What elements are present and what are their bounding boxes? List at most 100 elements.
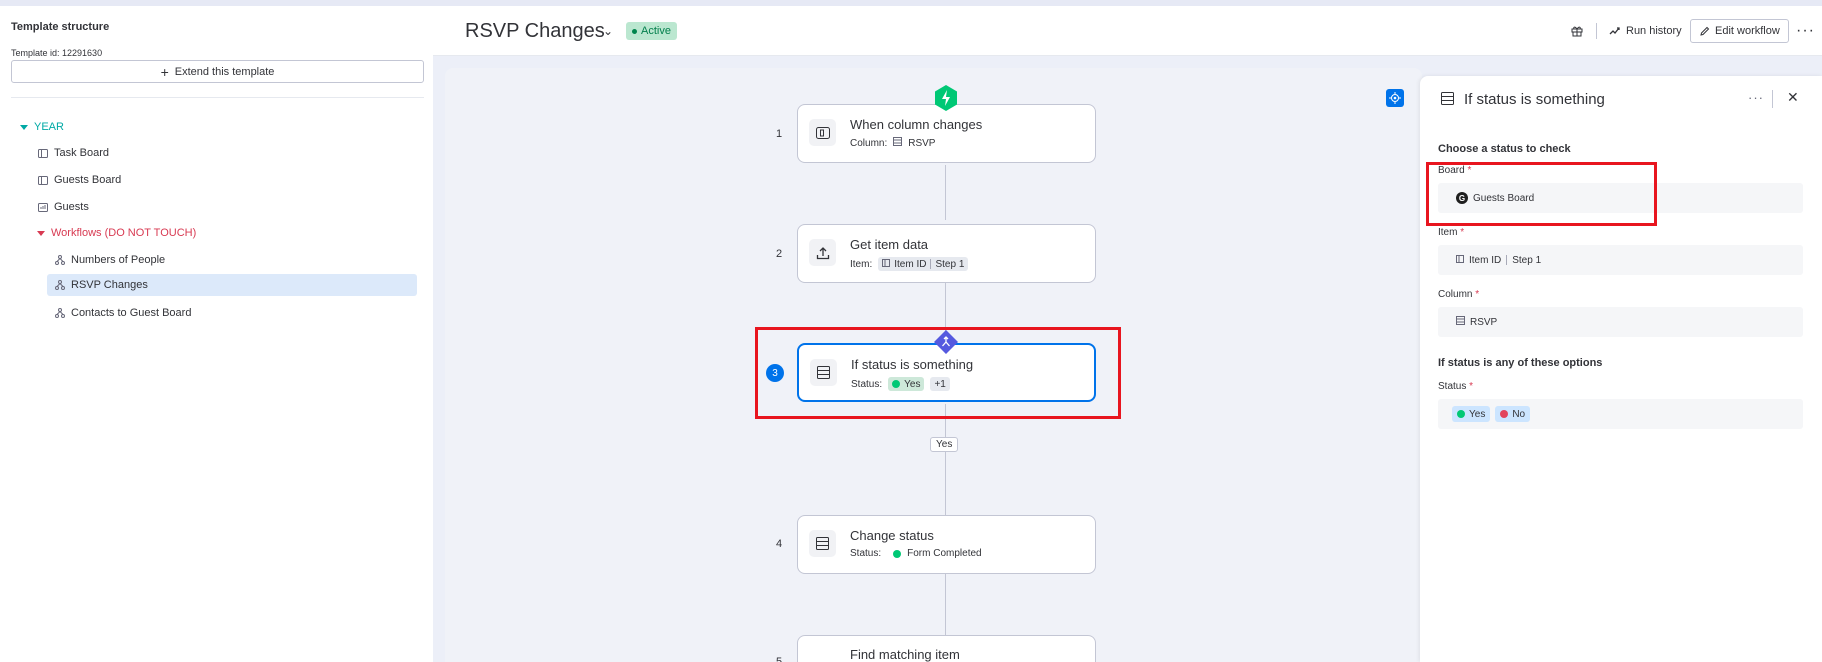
tree-item-label: Guests — [54, 201, 89, 213]
status-label: Active — [641, 25, 671, 37]
status-dot — [1457, 410, 1465, 418]
tree-item-label: Task Board — [54, 147, 110, 159]
plus-icon: + — [160, 63, 169, 80]
trend-icon — [1609, 27, 1620, 35]
board-icon — [37, 148, 48, 159]
tree-item-numbers-of-people[interactable]: Numbers of People — [54, 249, 165, 271]
status-option-label: Yes — [1469, 408, 1486, 420]
step-get-item-data[interactable]: Get item data Item: Item ID Step 1 — [797, 224, 1096, 283]
caret-down-icon — [20, 124, 28, 130]
item-value: Item ID — [1469, 254, 1502, 266]
chevron-down-icon[interactable]: ⌄ — [603, 24, 613, 38]
step-subtitle: Column: RSVP — [850, 137, 935, 149]
tree-item-label: YEAR — [34, 121, 64, 133]
dashboard-icon — [37, 202, 48, 213]
column-icon — [809, 119, 836, 146]
branch-label: Yes — [930, 437, 959, 452]
tree-group-workflows[interactable]: Workflows (DO NOT TOUCH) — [37, 222, 196, 244]
workflow-icon — [54, 308, 65, 319]
gift-icon[interactable] — [1563, 19, 1591, 43]
close-icon[interactable]: ✕ — [1787, 89, 1799, 106]
step-find-matching-item[interactable]: Find matching item — [797, 635, 1096, 662]
board-icon — [37, 175, 48, 186]
list-icon — [809, 530, 836, 557]
status-badge: Active — [626, 22, 677, 40]
tree-item-label: RSVP Changes — [71, 279, 148, 291]
recenter-icon[interactable] — [1386, 89, 1404, 107]
chip-divider — [1506, 255, 1508, 265]
run-history-label: Run history — [1626, 25, 1682, 37]
step-change-status[interactable]: Change status Status: Form Completed — [797, 515, 1096, 574]
status-dot — [1500, 410, 1509, 418]
template-structure-panel: Template structure Template id: 12291630… — [0, 6, 433, 662]
tree-item-label: Contacts to Guest Board — [71, 307, 192, 319]
tree-item-label: Numbers of People — [71, 254, 166, 266]
panel-title: If status is something — [1464, 91, 1605, 108]
step-sub-label: Status: — [850, 548, 882, 559]
extend-template-button[interactable]: + Extend this template — [11, 60, 424, 83]
list-icon — [1456, 316, 1465, 328]
workflow-icon — [54, 280, 65, 291]
status-option-label: No — [1512, 408, 1526, 420]
divider — [1596, 23, 1597, 39]
edit-workflow-label: Edit workflow — [1715, 25, 1780, 37]
step-title: Find matching item — [850, 647, 960, 662]
step-number: 4 — [776, 538, 783, 550]
status-option-no[interactable]: No — [1495, 406, 1531, 422]
more-options-icon[interactable]: ··· — [1748, 90, 1764, 105]
workflow-title[interactable]: RSVP Changes — [465, 20, 605, 43]
status-option-yes[interactable]: Yes — [1452, 406, 1491, 422]
connector-line — [945, 573, 946, 635]
list-icon — [1441, 92, 1454, 108]
item-id-icon — [882, 258, 891, 270]
item-step: Step 1 — [1512, 254, 1542, 266]
tree-item-rsvp-changes[interactable]: RSVP Changes — [47, 274, 417, 296]
tree-item-guests[interactable]: Guests — [37, 196, 89, 218]
step-title: Change status — [850, 528, 934, 543]
item-id-icon — [1456, 254, 1464, 266]
caret-down-icon — [37, 230, 45, 236]
tree-item-label: Guests Board — [54, 174, 122, 186]
highlight-box — [755, 327, 1121, 419]
tree-group-year[interactable]: YEAR — [20, 116, 64, 138]
more-options-icon[interactable]: ··· — [1788, 19, 1822, 43]
step-subtitle: Status: Form Completed — [850, 548, 982, 559]
pencil-icon — [1700, 26, 1710, 36]
step-subtitle: Item: Item ID Step 1 — [850, 257, 969, 271]
chip-value: Item ID — [894, 258, 927, 270]
tree-item-contacts-to-guest-board[interactable]: Contacts to Guest Board — [54, 302, 191, 324]
status-field-label: Status * — [1438, 381, 1474, 392]
step-sub-label: Column: — [850, 137, 888, 149]
step-number: 5 — [776, 656, 783, 662]
tree-item-task-board[interactable]: Task Board — [37, 142, 109, 164]
step-when-column-changes[interactable]: When column changes Column: RSVP — [797, 104, 1096, 163]
status-dot — [632, 28, 637, 34]
column-value: RSVP — [1470, 316, 1498, 328]
item-id-chip: Item ID Step 1 — [878, 257, 969, 271]
highlight-box — [1426, 162, 1657, 226]
step-value: RSVP — [908, 137, 936, 149]
workflow-icon — [54, 255, 65, 266]
chip-divider — [930, 259, 932, 269]
connector-line — [945, 404, 946, 515]
edit-workflow-button[interactable]: Edit workflow — [1690, 19, 1789, 43]
column-select[interactable]: RSVP — [1438, 307, 1803, 337]
trigger-lightning-icon — [935, 85, 957, 111]
tree-item-label: Workflows (DO NOT TOUCH) — [51, 227, 197, 239]
run-history-button[interactable]: Run history — [1601, 19, 1690, 43]
step-sub-label: Item: — [850, 258, 873, 270]
panel-title: Template structure — [11, 21, 110, 33]
list-icon — [893, 137, 903, 149]
column-field-label: Column * — [1438, 289, 1480, 300]
extend-template-label: Extend this template — [174, 65, 275, 78]
tree-item-guests-board[interactable]: Guests Board — [37, 169, 121, 191]
status-dot — [893, 549, 902, 558]
status-multiselect[interactable]: Yes No — [1438, 399, 1803, 429]
section-title: Choose a status to check — [1438, 143, 1571, 155]
divider — [11, 97, 424, 98]
step-number: 1 — [776, 128, 783, 140]
section-title: If status is any of these options — [1438, 357, 1603, 369]
step-value: Form Completed — [907, 548, 982, 559]
step-title: Get item data — [850, 237, 929, 252]
item-select[interactable]: Item ID Step 1 — [1438, 245, 1803, 275]
